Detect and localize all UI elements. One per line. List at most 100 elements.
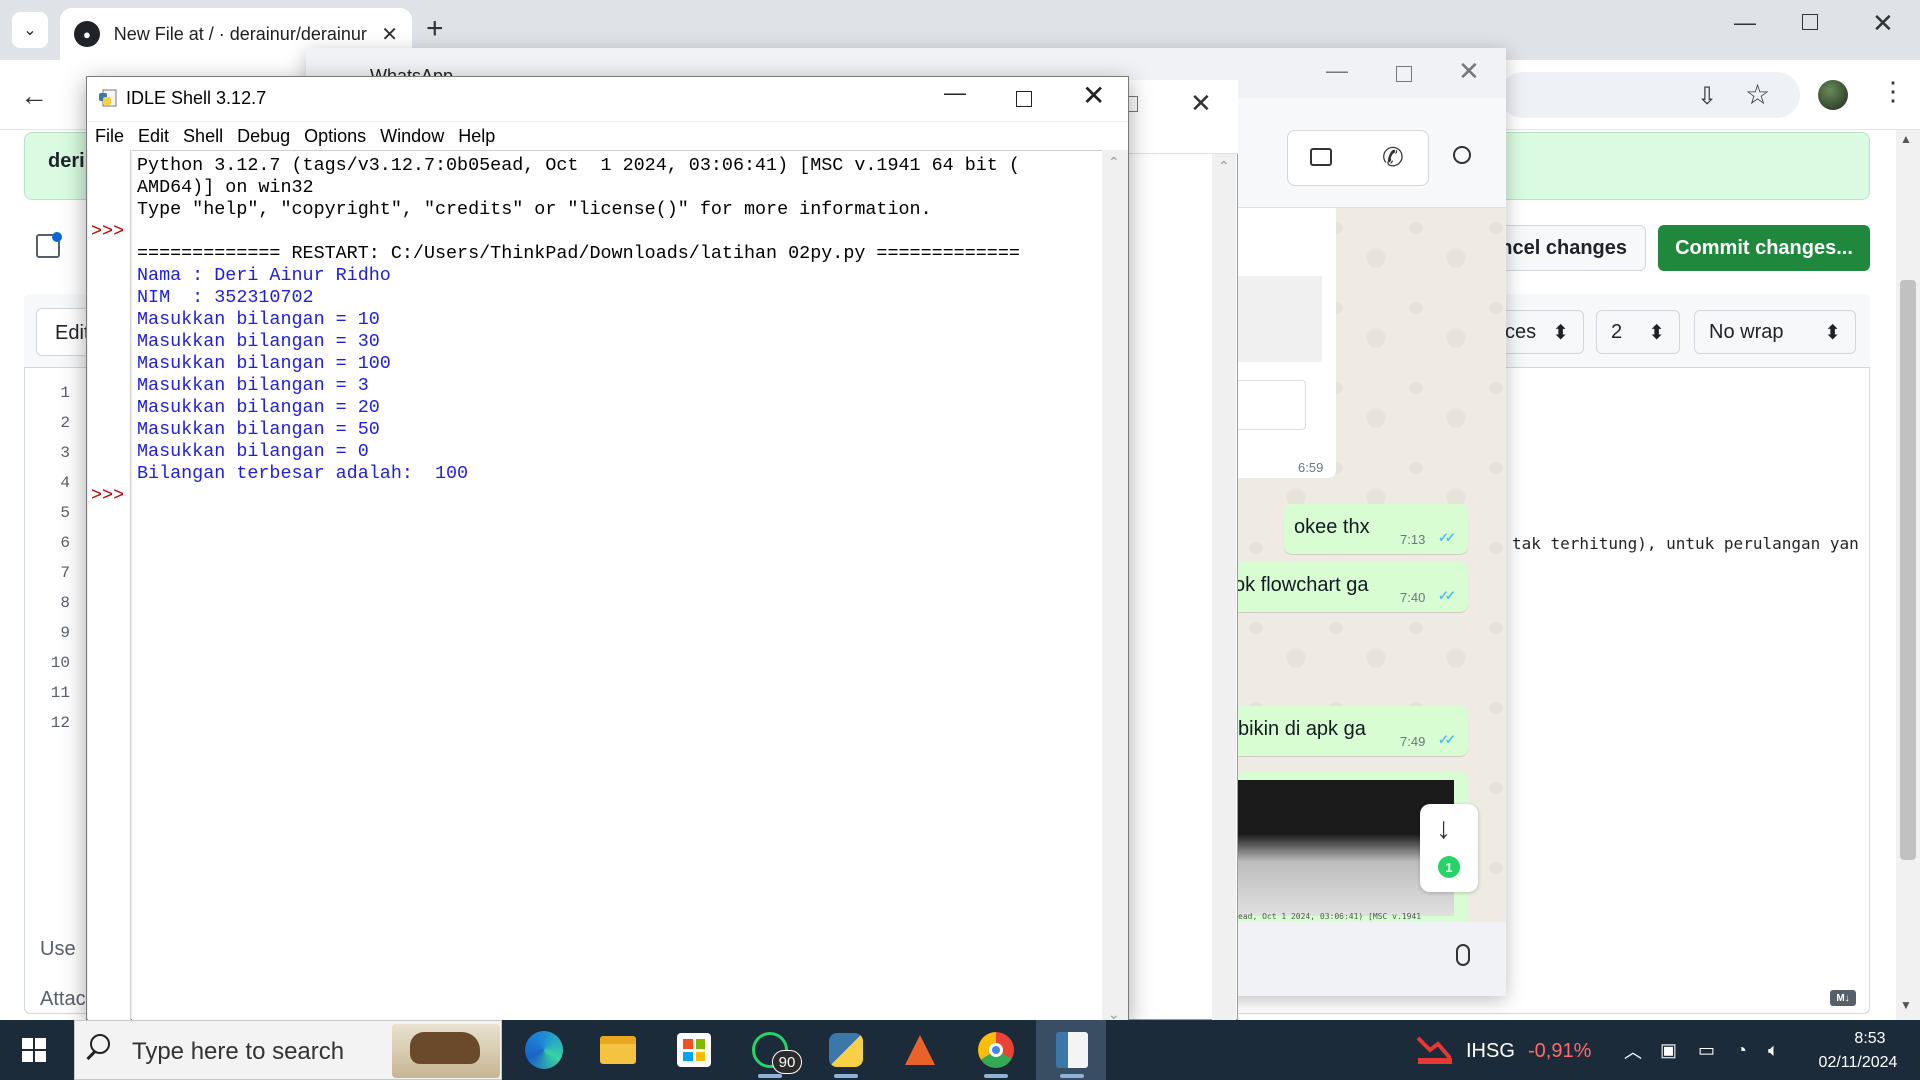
store-icon [677,1033,711,1067]
notification-dot [52,232,62,242]
close-tab-icon[interactable]: ✕ [381,22,398,47]
whatsapp-minimize-button[interactable]: — [1326,58,1348,84]
output-line: Masukkan bilangan = 20 [137,397,380,418]
ihsg-value[interactable]: -0,91% [1528,1040,1591,1063]
incoming-attachment-field [1236,380,1306,430]
menu-options[interactable]: Options [304,126,366,147]
indent-size-select[interactable]: 2 ⬍ [1596,310,1680,354]
commit-changes-button[interactable]: Commit changes... [1658,225,1870,271]
scroll-up-icon[interactable]: ▲ [1900,132,1912,146]
show-hidden-icons-icon[interactable]: ︿ [1624,1038,1642,1064]
clock-date[interactable]: 02/11/2024 [1808,1054,1908,1072]
ihsg-label[interactable]: IHSG [1466,1040,1515,1063]
menu-help[interactable]: Help [458,126,495,147]
output-line: Bilangan terbesar adalah: 100 [137,463,469,484]
python-icon [829,1033,863,1067]
wrap-mode-select[interactable]: No wrap ⬍ [1694,310,1856,354]
incoming-attachment [1236,276,1322,362]
wifi-icon[interactable]: ◔ [1736,1040,1747,1061]
image-text: ead, Oct 1 2024, 03:06:41) [MSC v.1941 [1238,912,1422,921]
python-idle-icon [99,89,117,107]
arrow-down-icon: ↓ [1436,812,1451,845]
video-call-icon[interactable] [1310,148,1332,166]
search-icon[interactable] [1453,146,1471,164]
idle-icon [1056,1032,1088,1068]
search-placeholder[interactable]: Type here to search [132,1038,344,1066]
microphone-icon[interactable] [1456,944,1470,966]
whatsapp-maximize-button[interactable] [1396,66,1412,82]
message-text: ok flowchart ga [1234,574,1369,596]
voice-call-icon[interactable]: ✆ [1382,142,1404,173]
tab-search-button[interactable]: ⌄ [12,12,48,48]
banner-line: AMD64)] on win32 [137,177,314,198]
clock-time[interactable]: 8:53 [1838,1030,1902,1048]
running-indicator [758,1074,782,1078]
prompt-gutter [88,150,131,1020]
running-indicator [1060,1074,1084,1078]
bison-illustration [410,1032,480,1064]
output-line: Nama : Deri Ainur Ridho [137,265,391,286]
stock-chart-icon[interactable] [1416,1032,1454,1066]
taskbar-store[interactable] [658,1022,730,1078]
taskbar-idle[interactable] [1036,1022,1108,1078]
whatsapp-close-button[interactable]: ✕ [1458,58,1480,84]
browser-close-button[interactable]: ✕ [1872,10,1894,36]
shell-scrollbar[interactable] [1102,150,1128,1020]
code-line-fragment[interactable]: tak terhitung), untuk perulangan yan [1512,534,1859,553]
menu-debug[interactable]: Debug [237,126,290,147]
browser-minimize-button[interactable]: — [1734,10,1756,36]
page-scrollbar-thumb[interactable] [1900,280,1916,860]
menu-edit[interactable]: Edit [138,126,169,147]
output-line: Masukkan bilangan = 30 [137,331,380,352]
sort-icon: ⬍ [1552,321,1569,344]
editor-maximize-button[interactable] [1128,96,1138,112]
message-time: 6:59 [1298,460,1324,475]
scroll-up-icon[interactable]: ⌃ [1108,154,1120,171]
folder-icon [600,1036,636,1064]
profile-avatar[interactable] [1818,80,1848,110]
idle-maximize-button[interactable] [1016,91,1032,107]
battery-icon[interactable]: ▭ [1698,1040,1715,1061]
back-button[interactable]: ← [20,80,48,112]
editor-close-button[interactable]: ✕ [1190,88,1212,119]
taskbar-chrome[interactable] [960,1022,1032,1078]
line-number: 11 [50,684,70,702]
scroll-up-icon[interactable]: ⌃ [1218,158,1230,175]
restart-line: ============= RESTART: C:/Users/ThinkPad… [137,243,1020,264]
menu-file[interactable]: File [95,126,124,147]
attach-files-label[interactable]: Attac [40,988,86,1011]
menu-shell[interactable]: Shell [183,126,223,147]
line-number: 7 [60,564,70,582]
taskbar-python[interactable] [810,1022,882,1078]
banner-text: deri [48,150,85,172]
output-line: Masukkan bilangan = 50 [137,419,380,440]
message-text: okee thx [1294,516,1370,538]
banner-line: Python 3.12.7 (tags/v3.12.7:0b05ead, Oct… [137,155,1020,176]
idle-close-button[interactable]: ✕ [1082,82,1105,110]
volume-icon[interactable]: 🔈︎ [1768,1040,1779,1061]
line-number: 12 [50,714,70,732]
taskbar-app[interactable] [884,1022,956,1078]
unread-badge: 1 [1438,856,1460,878]
windows-start-icon[interactable] [22,1038,46,1062]
more-menu-icon[interactable]: ⋮ [1880,78,1906,104]
read-ticks-icon: ✓✓ [1438,588,1456,603]
bookmark-star-icon[interactable]: ☆ [1745,78,1770,111]
chevron-down-icon: ⌄ [23,22,37,39]
markdown-icon: M↓ [1830,990,1856,1006]
browser-restore-button[interactable] [1802,14,1818,30]
install-app-icon[interactable]: ⇩ [1697,82,1717,111]
output-line: Masukkan bilangan = 0 [137,441,369,462]
taskbar-file-explorer[interactable] [582,1022,654,1078]
security-icon[interactable]: ▣ [1660,1040,1677,1061]
github-icon: ● [74,21,100,47]
output-line: Masukkan bilangan = 10 [137,309,380,330]
editor-scrollbar[interactable] [1212,154,1236,1020]
new-tab-button[interactable]: + [426,14,444,44]
scroll-down-icon[interactable]: ▼ [1900,998,1912,1012]
call-buttons-group [1287,130,1429,186]
taskbar-edge[interactable] [508,1022,580,1078]
idle-window-title: IDLE Shell 3.12.7 [126,88,267,108]
idle-minimize-button[interactable]: — [944,80,966,106]
menu-window[interactable]: Window [380,126,444,147]
